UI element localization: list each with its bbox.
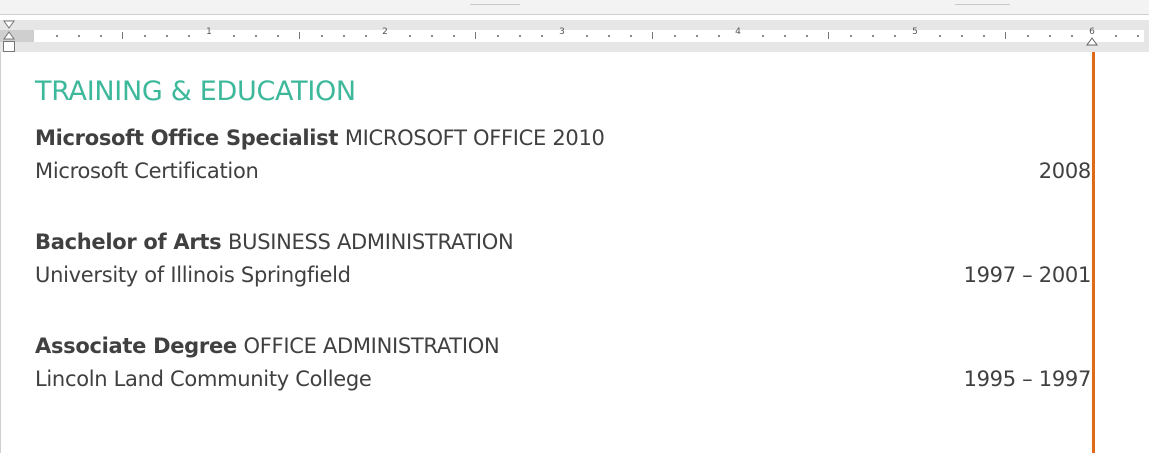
education-entry: Microsoft Office Specialist MICROSOFT OF… — [35, 122, 1091, 188]
ruler-tick-dot — [144, 35, 146, 37]
entry-dates: 1997 – 2001 — [963, 263, 1092, 287]
entry-degree: Associate Degree — [35, 334, 237, 358]
ruler-tick-dot — [696, 35, 698, 37]
ruler-tick-dot — [939, 35, 941, 37]
entry-detail-line: University of Illinois Springfield 1997 … — [35, 259, 1091, 292]
ruler-number-3: 3 — [559, 27, 565, 37]
ruler-half-inch-mark — [1005, 32, 1006, 39]
ruler-tick-dot — [519, 35, 521, 37]
ruler-tick-dot — [233, 35, 235, 37]
entry-title-line: Associate Degree OFFICE ADMINISTRATION — [35, 330, 1091, 363]
ruler-tick-dot — [806, 35, 808, 37]
ruler-number-2: 2 — [382, 27, 388, 37]
previous-page-text-fragment — [955, 0, 1010, 5]
entry-degree: Bachelor of Arts — [35, 230, 222, 254]
entry-field: OFFICE ADMINISTRATION — [243, 334, 500, 358]
entry-degree: Microsoft Office Specialist — [35, 126, 339, 150]
education-entry: Bachelor of Arts BUSINESS ADMINISTRATION… — [35, 226, 1091, 292]
ruler-number-1: 1 — [206, 27, 212, 37]
ruler-tick-dot — [1115, 35, 1117, 37]
entry-school: Microsoft Certification — [35, 159, 259, 183]
ruler-tick-dot — [961, 35, 963, 37]
horizontal-ruler[interactable]: 1 2 3 4 5 6 — [0, 20, 1149, 52]
entry-field: MICROSOFT OFFICE 2010 — [344, 126, 605, 150]
section-heading: TRAINING & EDUCATION — [35, 76, 356, 107]
ruler-tick-dot — [1027, 35, 1029, 37]
ruler-tick-dot — [1049, 35, 1051, 37]
ruler-tick-dot — [431, 35, 433, 37]
ruler-tick-dot — [100, 35, 102, 37]
ruler-tick-dot — [872, 35, 874, 37]
ruler-tick-dot — [497, 35, 499, 37]
ruler-half-inch-mark — [828, 32, 829, 39]
entry-school: University of Illinois Springfield — [35, 263, 351, 287]
ruler-tick-dot — [784, 35, 786, 37]
ruler-number-5: 5 — [912, 27, 918, 37]
ruler-tick-dot — [365, 35, 367, 37]
entry-detail-line: Lincoln Land Community College 1995 – 19… — [35, 363, 1091, 396]
previous-page-edge — [0, 0, 1149, 15]
ruler-text-area — [34, 30, 1144, 42]
ruler-tick-dot — [56, 35, 58, 37]
ruler-tick-dot — [894, 35, 896, 37]
ruler-half-inch-mark — [122, 32, 123, 39]
ruler-tick-dot — [850, 35, 852, 37]
entry-field: BUSINESS ADMINISTRATION — [228, 230, 514, 254]
page-left-edge — [0, 52, 1, 453]
document-body[interactable]: TRAINING & EDUCATION Microsoft Office Sp… — [35, 72, 1091, 396]
right-indent-marker-icon[interactable] — [1086, 37, 1098, 47]
ruler-tick-dot — [762, 35, 764, 37]
entry-dates: 1995 – 1997 — [963, 367, 1092, 391]
ruler-tick-dot — [255, 35, 257, 37]
ruler-tick-dot — [541, 35, 543, 37]
entry-title-line: Bachelor of Arts BUSINESS ADMINISTRATION — [35, 226, 1091, 259]
right-margin-guide-line — [1092, 52, 1095, 453]
ruler-tick-dot — [608, 35, 610, 37]
ruler-tick-dot — [166, 35, 168, 37]
previous-page-text-fragment — [470, 0, 520, 5]
entry-school: Lincoln Land Community College — [35, 367, 372, 391]
ruler-tick-dot — [188, 35, 190, 37]
entry-dates: 2008 — [1038, 159, 1092, 183]
entry-detail-line: Microsoft Certification 2008 — [35, 155, 1091, 188]
ruler-tick-dot — [630, 35, 632, 37]
ruler-tick-dot — [343, 35, 345, 37]
ruler-tick-dot — [586, 35, 588, 37]
ruler-tick-dot — [1071, 35, 1073, 37]
ruler-tick-dot — [718, 35, 720, 37]
ruler-half-inch-mark — [475, 32, 476, 39]
ruler-tick-dot — [1137, 35, 1139, 37]
ruler-number-4: 4 — [735, 27, 741, 37]
ruler-tick-dot — [78, 35, 80, 37]
ruler-tick-dot — [409, 35, 411, 37]
entry-title-line: Microsoft Office Specialist MICROSOFT OF… — [35, 122, 1091, 155]
ruler-tick-dot — [674, 35, 676, 37]
first-line-indent-marker-icon[interactable] — [3, 20, 15, 30]
ruler-tick-dot — [277, 35, 279, 37]
education-entry: Associate Degree OFFICE ADMINISTRATION L… — [35, 330, 1091, 396]
hanging-indent-marker-icon[interactable] — [3, 31, 15, 41]
left-indent-marker-icon[interactable] — [3, 41, 15, 52]
ruler-half-inch-mark — [652, 32, 653, 39]
ruler-tick-dot — [453, 35, 455, 37]
ruler-tick-dot — [321, 35, 323, 37]
ruler-half-inch-mark — [299, 32, 300, 39]
ruler-tick-dot — [983, 35, 985, 37]
